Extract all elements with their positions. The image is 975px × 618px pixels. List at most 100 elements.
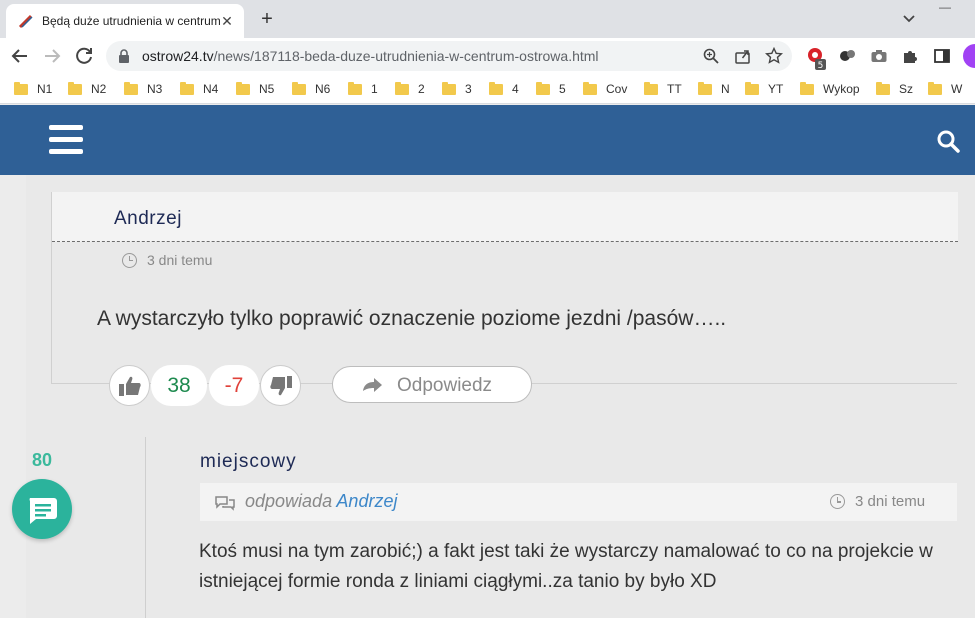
bookmark-label: N2 xyxy=(91,82,107,96)
bookmark-label: Sz xyxy=(899,82,914,96)
bookmark-label: 3 xyxy=(465,82,472,96)
bookmark-folder[interactable]: 1 xyxy=(348,80,378,98)
bookmark-folder[interactable]: N6 xyxy=(292,80,330,98)
bookmark-folder[interactable]: N3 xyxy=(124,80,162,98)
bookmark-folder[interactable]: N5 xyxy=(236,80,274,98)
bookmark-label: 4 xyxy=(512,82,519,96)
reply-arrow-icon xyxy=(361,377,383,393)
menu-hamburger-icon[interactable] xyxy=(49,125,83,155)
back-icon[interactable] xyxy=(8,44,32,68)
address-bar[interactable]: ostrow24.tv/news/187118-beda-duze-utrudn… xyxy=(106,41,792,71)
bookmark-folder[interactable]: N xyxy=(698,80,730,98)
chat-bubble-icon xyxy=(214,494,236,511)
url-domain: ostrow24.tv xyxy=(142,48,214,64)
thumbs-down-button[interactable] xyxy=(260,365,301,406)
comment-timestamp: 3 dni temu xyxy=(122,252,212,268)
thumbs-up-button[interactable] xyxy=(109,365,150,406)
share-icon[interactable] xyxy=(734,47,752,65)
reload-icon[interactable] xyxy=(72,44,96,68)
extensions-puzzle-icon[interactable] xyxy=(901,47,919,65)
bookmark-folder[interactable]: N2 xyxy=(68,80,106,98)
folder-icon xyxy=(489,81,503,95)
bookmark-label: W xyxy=(951,82,963,96)
dislikes-count: -7 xyxy=(209,365,259,406)
clock-icon xyxy=(122,252,137,268)
comment-count-badge: 80 xyxy=(32,450,53,470)
bookmark-folder[interactable]: 2 xyxy=(395,80,425,98)
extension-opera-icon[interactable]: 5 xyxy=(806,47,826,71)
bookmark-folder[interactable]: 5 xyxy=(536,80,566,98)
folder-icon xyxy=(442,81,456,95)
bookmark-folder[interactable]: 4 xyxy=(489,80,519,98)
bookmark-folder[interactable]: Cov xyxy=(583,80,627,98)
window-minimize-icon[interactable]: — xyxy=(939,0,951,14)
bookmark-folder[interactable]: N1 xyxy=(14,80,52,98)
bookmark-label: TT xyxy=(667,82,682,96)
replying-to: odpowiada Andrzej xyxy=(245,491,397,512)
camera-icon[interactable] xyxy=(870,47,888,65)
tab-search-icon[interactable] xyxy=(901,10,917,26)
url-path: /news/187118-beda-duze-utrudnienia-w-cen… xyxy=(213,48,599,64)
bookmark-label: N5 xyxy=(259,82,275,96)
extension-dots-icon[interactable] xyxy=(839,47,857,65)
bookmark-label: N4 xyxy=(203,82,219,96)
folder-icon xyxy=(180,81,194,95)
bookmark-folder[interactable]: N4 xyxy=(180,80,218,98)
bookmark-label: N3 xyxy=(147,82,163,96)
folder-icon xyxy=(292,81,306,95)
forward-icon[interactable] xyxy=(40,44,64,68)
folder-icon xyxy=(644,81,658,95)
folder-icon xyxy=(395,81,409,95)
clock-icon xyxy=(830,494,845,509)
search-icon[interactable] xyxy=(936,129,960,153)
replying-to-author-link[interactable]: Andrzej xyxy=(336,491,397,511)
new-tab-button[interactable]: + xyxy=(256,8,278,30)
bookmark-folder[interactable]: Sz xyxy=(876,80,913,98)
site-favicon-icon xyxy=(18,13,34,29)
close-tab-icon[interactable]: ✕ xyxy=(218,12,236,30)
comment-text: Ktoś musi na tym zarobić;) a fakt jest t… xyxy=(199,541,933,592)
thumbs-up-icon xyxy=(118,376,141,396)
comment-author[interactable]: Andrzej xyxy=(114,208,182,230)
bookmark-label: Cov xyxy=(606,82,628,96)
comment-time-text: 3 dni temu xyxy=(147,252,213,268)
extension-badge: 5 xyxy=(818,61,824,71)
replying-prefix: odpowiada xyxy=(245,491,333,511)
comment-timestamp: 3 dni temu xyxy=(830,493,925,510)
lock-icon[interactable] xyxy=(116,48,132,64)
bookmark-folder[interactable]: 3 xyxy=(442,80,472,98)
bookmark-folder[interactable]: W xyxy=(928,80,962,98)
bookmark-label: 1 xyxy=(371,82,378,96)
thumbs-down-icon xyxy=(269,375,292,395)
bookmark-label: N1 xyxy=(37,82,53,96)
likes-count: 38 xyxy=(151,365,207,406)
folder-icon xyxy=(583,81,597,95)
bookmark-label: 2 xyxy=(418,82,425,96)
reply-button[interactable]: Odpowiedz xyxy=(332,366,532,403)
folder-icon xyxy=(236,81,250,95)
bookmark-folder[interactable]: Wykop xyxy=(800,80,860,98)
browser-tab[interactable]: Będą duże utrudnienia w centrum ✕ xyxy=(6,4,244,38)
side-panel-icon[interactable] xyxy=(933,47,951,65)
url-text: ostrow24.tv/news/187118-beda-duze-utrudn… xyxy=(142,48,599,64)
zoom-icon[interactable] xyxy=(702,47,720,65)
profile-avatar[interactable] xyxy=(963,44,975,68)
folder-icon xyxy=(876,81,890,95)
chat-icon xyxy=(29,498,57,524)
comment-author[interactable]: miejscowy xyxy=(200,451,297,473)
comment-author-bar: Andrzej xyxy=(52,192,958,242)
comments-chat-button[interactable] xyxy=(12,479,72,539)
tab-title: Będą duże utrudnienia w centrum xyxy=(42,14,220,28)
site-header xyxy=(0,105,975,175)
browser-toolbar: ostrow24.tv/news/187118-beda-duze-utrudn… xyxy=(0,38,975,74)
folder-icon xyxy=(536,81,550,95)
folder-icon xyxy=(800,81,814,95)
bookmark-folder[interactable]: YT xyxy=(745,80,783,98)
reply-thread-line xyxy=(145,437,146,618)
bookmark-label: N xyxy=(721,82,730,96)
bookmark-folder[interactable]: TT xyxy=(644,80,682,98)
bookmark-star-icon[interactable] xyxy=(764,46,784,65)
bookmarks-bar: N1 N2 N3 N4 N5 N6 1 2 3 4 5 Cov TT N YT … xyxy=(0,74,975,104)
folder-icon xyxy=(14,81,28,95)
bookmark-label: Wykop xyxy=(823,82,860,96)
